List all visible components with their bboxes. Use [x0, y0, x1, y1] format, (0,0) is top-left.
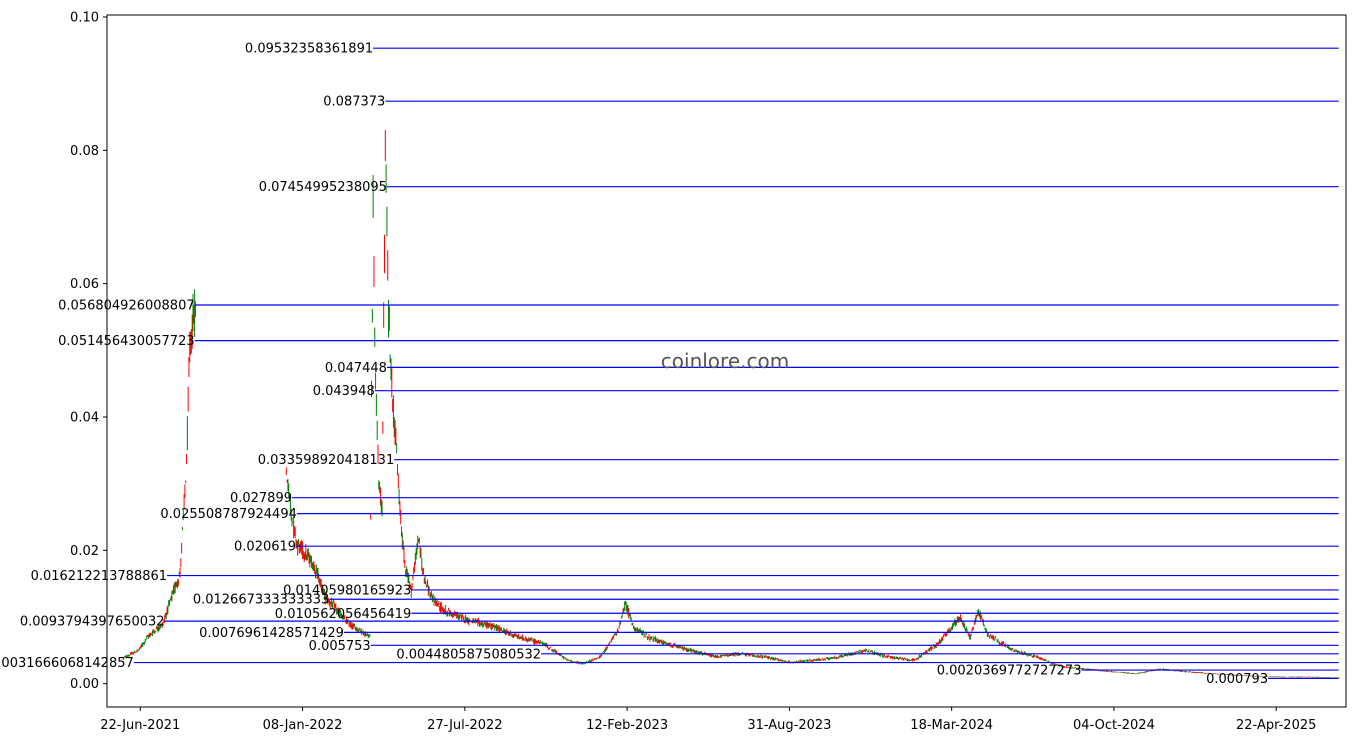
- level-label: 0.0020369772727273: [937, 664, 1082, 679]
- watermark: coinlore.com: [661, 349, 789, 373]
- level-label: 0.056804926008807: [58, 298, 194, 313]
- level-label: 0.07454995238095: [259, 180, 387, 195]
- level-label: 0.012667333333333: [193, 593, 329, 608]
- x-tick-label: 18-Mar-2024: [910, 718, 993, 733]
- price-chart: 0.09532358361891 0.087373 0.07454995238095…: [0, 0, 1355, 741]
- y-tick-label: 0.06: [70, 277, 99, 292]
- level-label: 0.025508787924494: [160, 507, 296, 522]
- y-tick-label: 0.02: [70, 544, 99, 559]
- level-label: 0.047448: [325, 361, 387, 376]
- level-label: 0.087373: [323, 95, 385, 110]
- x-tick-label: 22-Apr-2025: [1236, 718, 1316, 733]
- level-label: 0.033598920418131: [258, 453, 394, 468]
- level-label: 0.016212213788861: [31, 569, 167, 584]
- x-tick-label: 27-Jul-2022: [427, 718, 502, 733]
- x-tick-label: 31-Aug-2023: [747, 718, 831, 733]
- y-tick-label: 0.00: [70, 677, 99, 692]
- x-tick-label: 22-Jun-2021: [100, 718, 180, 733]
- level-label: 0.0093794397650032: [20, 615, 165, 630]
- level-label: 0.0031666068142857: [0, 656, 134, 671]
- level-label: 0.0044805875080532: [396, 647, 541, 662]
- x-tick-label: 12-Feb-2023: [586, 718, 668, 733]
- y-tick-label: 0.04: [70, 411, 99, 426]
- level-label: 0.027899: [230, 491, 292, 506]
- level-label: 0.051456430057723: [58, 334, 194, 349]
- x-tick-label: 08-Jan-2022: [263, 718, 343, 733]
- x-tick-label: 04-Oct-2024: [1073, 718, 1155, 733]
- level-label: 0.09532358361891: [245, 42, 373, 57]
- level-label: 0.043948: [313, 384, 375, 399]
- y-tick-label: 0.10: [70, 11, 99, 26]
- level-label: 0.005753: [309, 639, 371, 654]
- y-tick-label: 0.08: [70, 144, 99, 159]
- level-label: 0.010562056456419: [275, 607, 411, 622]
- level-label: 0.020619: [234, 540, 296, 555]
- level-label: 0.000793: [1206, 672, 1268, 687]
